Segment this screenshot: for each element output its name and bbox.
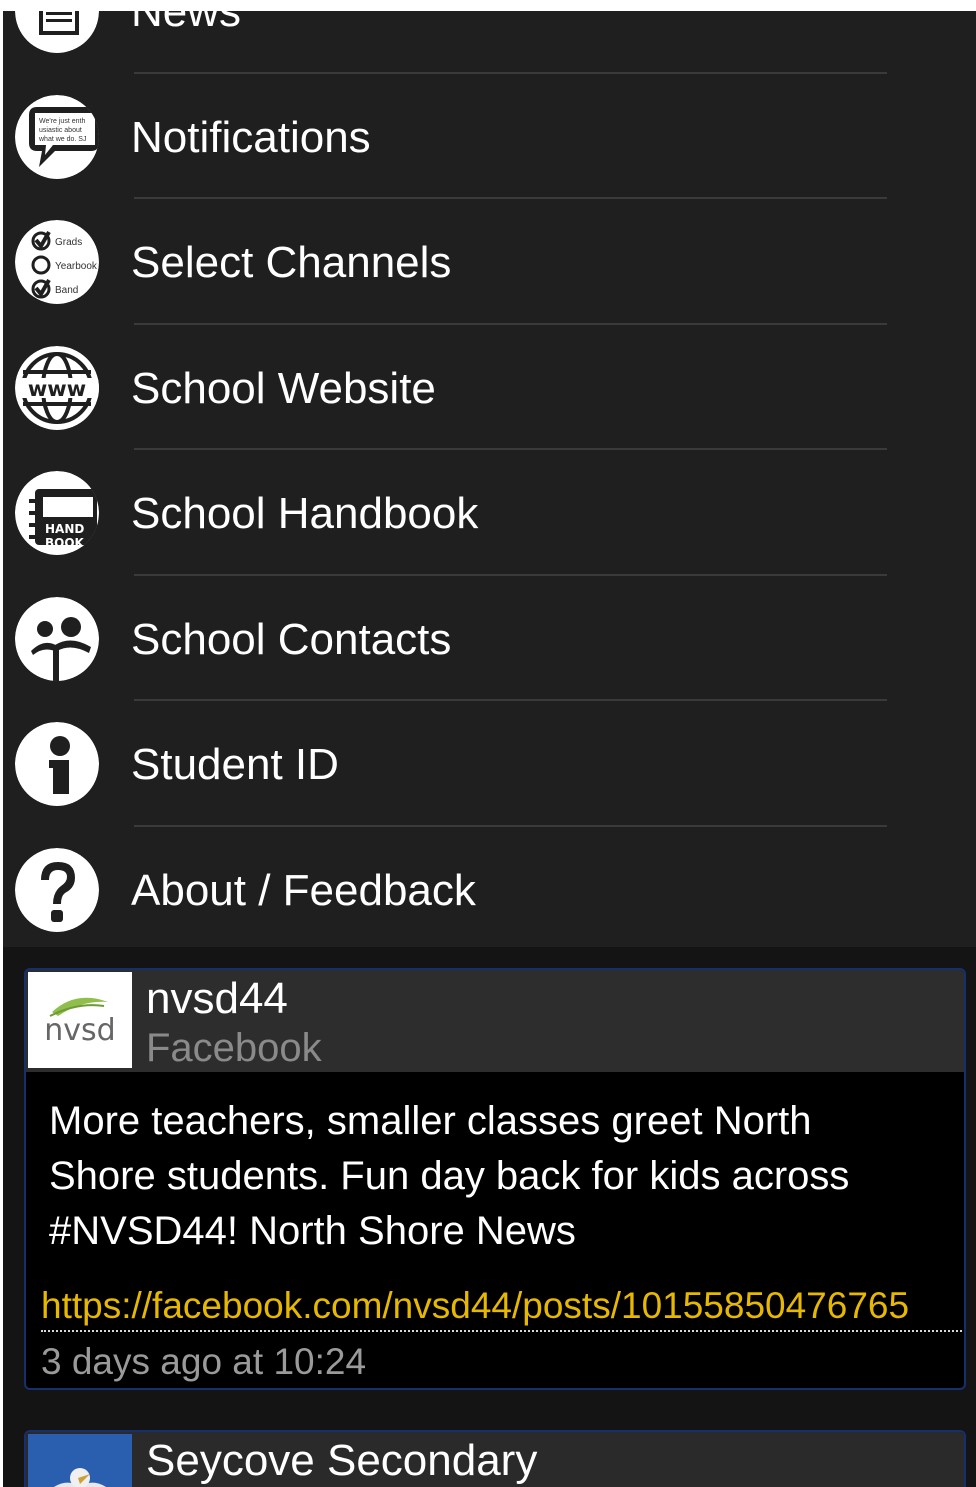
newspaper-icon [15, 11, 99, 53]
post-link[interactable]: https://facebook.com/nvsd44/posts/101558… [41, 1284, 964, 1332]
svg-text:BOOK: BOOK [45, 536, 85, 550]
handbook-icon: HAND BOOK [15, 471, 99, 555]
nvsd-logo: nvsd [28, 972, 132, 1068]
svg-text:what we do. SJ: what we do. SJ [38, 136, 86, 143]
menu-item-school-handbook[interactable]: HAND BOOK School Handbook [3, 450, 976, 576]
info-icon [15, 722, 99, 806]
globe-www-icon: www [15, 345, 99, 430]
menu-item-school-contacts[interactable]: School Contacts [3, 576, 976, 701]
svg-text:Grads: Grads [55, 237, 82, 248]
menu-item-label: School Handbook [131, 489, 479, 538]
app-screen: News We're just enth usiastic about what… [3, 11, 976, 1487]
side-menu: News We're just enth usiastic about what… [3, 11, 976, 952]
post-timestamp: 3 days ago at 10:24 [41, 1341, 367, 1382]
question-icon [15, 847, 99, 932]
avatar-text: nvsd [44, 1013, 115, 1048]
menu-item-student-id[interactable]: Student ID [3, 701, 976, 827]
menu-item-news[interactable]: News [3, 11, 976, 74]
checklist-icon: Grads Yearbook Band [15, 220, 99, 304]
menu-item-school-website[interactable]: www School Website [3, 325, 976, 450]
speech-bubble-icon: We're just enth usiastic about what we d… [15, 94, 99, 179]
menu-item-about-feedback[interactable]: About / Feedback [3, 827, 976, 952]
svg-text:Yearbook: Yearbook [55, 261, 98, 272]
post-header: Seycove Secondary [26, 1432, 964, 1487]
menu-item-label: School Website [131, 363, 436, 413]
menu-item-label: About / Feedback [131, 865, 476, 915]
svg-text:www: www [28, 377, 86, 401]
svg-text:Band: Band [55, 285, 78, 296]
news-feed: nvsd nvsd44 Facebook More teachers, smal… [3, 947, 976, 1487]
menu-item-label: School Contacts [131, 614, 452, 664]
contacts-icon [15, 596, 99, 681]
menu-item-select-channels[interactable]: Grads Yearbook Band Select Channels [3, 199, 976, 325]
menu-item-label: News [131, 11, 242, 36]
eagle-crest-icon [28, 1434, 132, 1487]
menu-item-label: Select Channels [131, 238, 452, 287]
post-author[interactable]: nvsd44 [146, 974, 288, 1024]
post-header: nvsd nvsd44 Facebook [26, 970, 964, 1072]
menu-item-label: Notifications [131, 112, 371, 162]
feed-post-card[interactable]: nvsd nvsd44 Facebook More teachers, smal… [24, 968, 966, 1390]
svg-text:HAND: HAND [45, 522, 84, 536]
menu-item-label: Student ID [131, 740, 339, 789]
post-source: Facebook [146, 1026, 322, 1070]
post-text: More teachers, smaller classes greet Nor… [49, 1099, 850, 1253]
menu-item-notifications[interactable]: We're just enth usiastic about what we d… [3, 74, 976, 199]
feed-post-card[interactable]: Seycove Secondary [24, 1430, 966, 1487]
post-author[interactable]: Seycove Secondary [146, 1436, 537, 1486]
svg-text:usiastic about: usiastic about [39, 127, 82, 134]
svg-text:We're just enth: We're just enth [39, 118, 85, 125]
